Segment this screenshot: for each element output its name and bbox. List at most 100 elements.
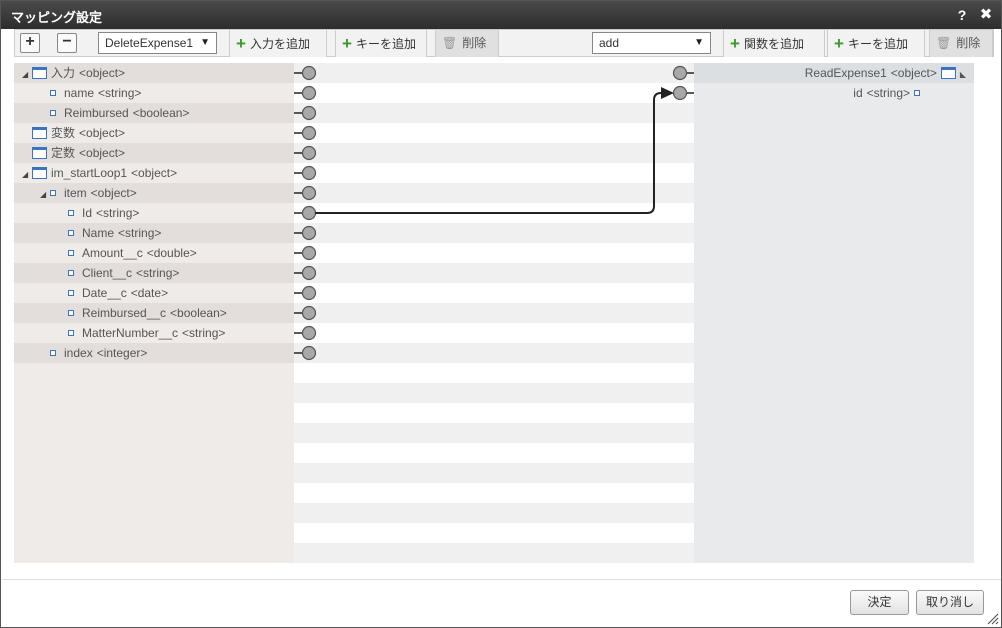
property-icon xyxy=(68,270,74,276)
collapse-all-button[interactable]: − xyxy=(57,33,77,53)
delete-button-right[interactable]: 🗑 削除 xyxy=(929,30,993,57)
expand-toggle-icon[interactable]: ◢ xyxy=(22,65,32,85)
input-tree-item-type: <boolean> xyxy=(170,306,227,320)
object-icon xyxy=(32,127,47,139)
dropdown-arrow-icon: ▼ xyxy=(200,37,210,48)
property-icon xyxy=(50,350,56,356)
expand-toggle-icon[interactable]: ◣ xyxy=(960,70,966,79)
output-tree-item[interactable]: ReadExpense1 <object> ◣ xyxy=(694,63,974,83)
output-tree-item-type: <string> xyxy=(866,86,910,100)
input-tree-item-type: <object> xyxy=(131,166,178,180)
input-tree-item-label: Id xyxy=(82,206,93,220)
canvas-row xyxy=(294,143,694,163)
input-tree-item[interactable]: name <string> xyxy=(14,83,294,103)
canvas-row xyxy=(294,483,694,503)
input-tree-panel: ◢ 入力 <object> name <string> Reimbursed <boolea… xyxy=(14,63,294,563)
property-icon xyxy=(68,210,74,216)
property-icon xyxy=(50,190,56,196)
input-tree-item[interactable]: Client__c <string> xyxy=(14,263,294,283)
expand-all-button[interactable]: + xyxy=(20,33,40,53)
input-tree-item[interactable]: MatterNumber__c <string> xyxy=(14,323,294,343)
canvas-row xyxy=(294,303,694,323)
mapping-canvas[interactable] xyxy=(294,63,694,563)
object-icon xyxy=(32,67,47,79)
add-key-button-right[interactable]: + キーを追加 xyxy=(827,30,925,57)
add-input-button[interactable]: + 入力を追加 xyxy=(229,30,327,57)
canvas-row xyxy=(294,323,694,343)
input-tree-item-type: <object> xyxy=(79,126,126,140)
function-select-value: add xyxy=(599,36,620,50)
add-key-button-left[interactable]: + キーを追加 xyxy=(335,30,427,57)
input-tree-item[interactable]: ◢ im_startLoop1 <object> xyxy=(14,163,294,183)
expand-toggle-icon[interactable]: ◢ xyxy=(22,165,32,185)
input-tree-item-type: <string> xyxy=(118,226,162,240)
source-select[interactable]: DeleteExpense1 ▼ xyxy=(98,32,217,54)
canvas-row xyxy=(294,363,694,383)
input-tree-item[interactable]: ◢ 入力 <object> xyxy=(14,63,294,83)
add-key-label-right: キーを追加 xyxy=(847,37,908,51)
canvas-row xyxy=(294,263,694,283)
canvas-row xyxy=(294,543,694,563)
cancel-button[interactable]: 取り消し xyxy=(916,590,984,615)
object-icon xyxy=(32,147,47,159)
input-tree-item-type: <string> xyxy=(98,86,142,100)
input-tree-item[interactable]: 定数 <object> xyxy=(14,143,294,163)
input-tree-item-label: Amount__c xyxy=(82,246,143,260)
canvas-row xyxy=(294,183,694,203)
add-function-label: 関数を追加 xyxy=(743,37,804,51)
input-tree-item-type: <integer> xyxy=(96,346,148,360)
add-function-button[interactable]: + 関数を追加 xyxy=(723,30,825,57)
source-select-value: DeleteExpense1 xyxy=(105,36,194,50)
property-icon xyxy=(68,310,74,316)
dialog-title: マッピング設定 xyxy=(11,10,103,25)
input-tree-item-label: 定数 xyxy=(51,146,76,160)
canvas-row xyxy=(294,463,694,483)
close-button[interactable]: ✖ xyxy=(977,5,995,25)
input-tree-item-label: im_startLoop1 xyxy=(51,166,128,180)
input-tree-item[interactable]: ◢ item <object> xyxy=(14,183,294,203)
output-tree-panel: ReadExpense1 <object> ◣ id <string> xyxy=(694,63,974,563)
title-bar[interactable]: マッピング設定 ? ✖ xyxy=(1,1,1001,29)
property-icon xyxy=(68,330,74,336)
dropdown-arrow-icon: ▼ xyxy=(694,37,704,48)
delete-label-left: 削除 xyxy=(462,36,487,50)
canvas-row xyxy=(294,503,694,523)
input-tree-item[interactable]: Date__c <date> xyxy=(14,283,294,303)
expand-toggle-icon[interactable]: ◢ xyxy=(40,185,50,205)
canvas-row xyxy=(294,223,694,243)
ok-button[interactable]: 決定 xyxy=(850,590,909,615)
resize-grip-icon[interactable] xyxy=(985,611,999,625)
input-tree-item[interactable]: Amount__c <double> xyxy=(14,243,294,263)
input-tree-item-label: item xyxy=(64,186,87,200)
trash-icon: 🗑 xyxy=(936,36,952,50)
delete-label-right: 削除 xyxy=(956,36,981,50)
input-tree-item[interactable]: index <integer> xyxy=(14,343,294,363)
canvas-row xyxy=(294,243,694,263)
input-tree-item[interactable]: Reimbursed__c <boolean> xyxy=(14,303,294,323)
input-tree-item-label: Name xyxy=(82,226,115,240)
plus-icon: + xyxy=(342,34,352,53)
delete-button-left[interactable]: 🗑 削除 xyxy=(435,30,499,57)
output-tree-item[interactable]: id <string> xyxy=(694,83,974,103)
object-icon xyxy=(940,67,956,79)
object-icon xyxy=(32,167,47,179)
canvas-row xyxy=(294,403,694,423)
canvas-row xyxy=(294,443,694,463)
input-tree-item[interactable]: Name <string> xyxy=(14,223,294,243)
function-select[interactable]: add ▼ xyxy=(592,32,711,54)
input-tree-item[interactable]: 変数 <object> xyxy=(14,123,294,143)
output-tree-item-label: ReadExpense1 xyxy=(804,66,887,80)
property-icon xyxy=(914,90,920,96)
canvas-row xyxy=(294,523,694,543)
input-tree-item-label: 入力 xyxy=(51,66,76,80)
plus-icon: + xyxy=(236,34,246,53)
input-tree-item-label: Client__c xyxy=(82,266,133,280)
input-tree-item[interactable]: Reimbursed <boolean> xyxy=(14,103,294,123)
property-icon xyxy=(68,230,74,236)
help-button[interactable]: ? xyxy=(953,5,971,25)
canvas-row xyxy=(294,343,694,363)
input-tree-item-label: Reimbursed__c xyxy=(82,306,167,320)
input-tree-item-type: <string> xyxy=(136,266,180,280)
input-tree-item[interactable]: Id <string> xyxy=(14,203,294,223)
input-tree-item-type: <boolean> xyxy=(132,106,190,120)
